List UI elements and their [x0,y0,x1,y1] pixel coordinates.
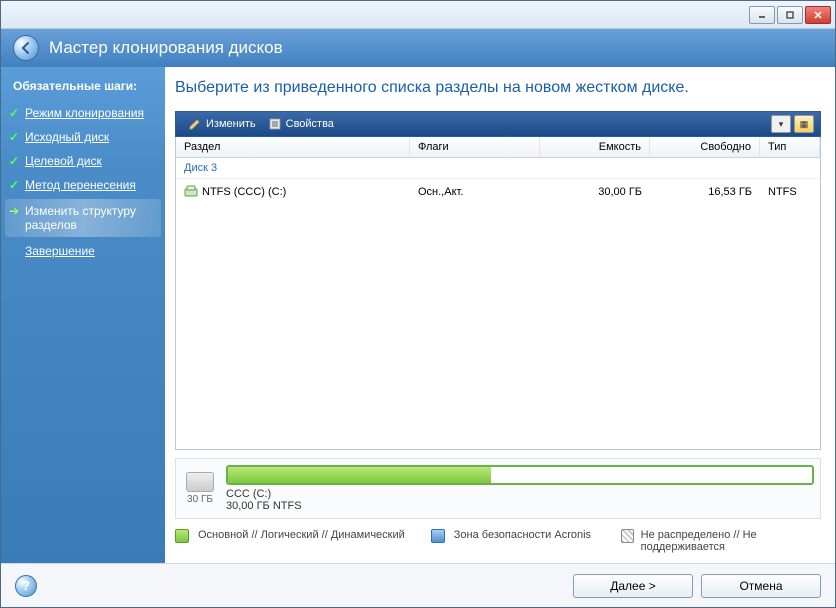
check-icon: ✓ [9,106,21,118]
partition-name: NTFS (CCC) (C:) [202,186,286,198]
minimize-button[interactable] [749,6,775,24]
check-icon: ✓ [9,154,21,166]
sidebar-title: Обязательные шаги: [1,75,165,101]
col-flags[interactable]: Флаги [410,137,540,157]
partition-flags: Осн.,Акт. [410,184,540,200]
sidebar-step-label: Целевой диск [25,154,102,168]
disk-bar-name: CCC (C:) [226,488,271,500]
sidebar-step-label: Исходный диск [25,130,109,144]
legend-swatch-unalloc [621,529,634,543]
check-icon: ✓ [9,130,21,142]
disk-bar-fill [228,467,491,483]
properties-icon [268,117,282,131]
legend-zone: Зона безопасности Acronis [454,529,591,541]
legend-swatch-zone [431,529,445,543]
main-panel: Выберите из приведенного списка разделы … [165,67,835,563]
grid-header: Раздел Флаги Емкость Свободно Тип [176,137,820,158]
partition-row[interactable]: NTFS (CCC) (C:) Осн.,Акт. 30,00 ГБ 16,53… [176,179,820,205]
legend-primary: Основной // Логический // Динамический [198,529,405,541]
disk-size: 30 ГБ [187,494,213,505]
legend-unalloc: Не распределено // Не поддерживается [641,529,821,553]
cancel-button[interactable]: Отмена [701,574,821,598]
help-button[interactable]: ? [15,575,37,597]
partition-type: NTFS [760,184,820,200]
header: Мастер клонирования дисков [1,29,835,67]
col-partition[interactable]: Раздел [176,137,410,157]
sidebar-step-label: Режим клонирования [25,106,144,120]
edit-button[interactable]: Изменить [182,115,262,133]
disk-thumb: 30 ГБ [182,472,218,505]
next-button[interactable]: Далее > [573,574,693,598]
legend: Основной // Логический // Динамический З… [175,529,821,553]
properties-button[interactable]: Свойства [262,115,340,133]
sidebar-step-transfer-method[interactable]: ✓ Метод перенесения [1,173,165,197]
properties-label: Свойства [286,118,334,130]
disk-bar-detail: 30,00 ГБ NTFS [226,500,302,512]
col-capacity[interactable]: Емкость [540,137,650,157]
instruction-text: Выберите из приведенного списка разделы … [175,77,821,103]
blank-icon [9,244,21,256]
sidebar-step-label: Завершение [25,244,95,258]
sidebar-step-target-disk[interactable]: ✓ Целевой диск [1,149,165,173]
disk-usage-panel: 30 ГБ CCC (C:) 30,00 ГБ NTFS [175,458,821,519]
columns-button[interactable]: ▾ [771,115,791,133]
sidebar-step-clone-mode[interactable]: ✓ Режим клонирования [1,101,165,125]
sidebar-step-change-layout[interactable]: ➔ Изменить структуру разделов [5,199,161,237]
close-button[interactable] [805,6,831,24]
partition-free: 16,53 ГБ [650,184,760,200]
wizard-title: Мастер клонирования дисков [49,38,283,58]
partition-grid: Раздел Флаги Емкость Свободно Тип Диск 3… [175,137,821,450]
partition-icon [184,185,198,199]
disk-icon [186,472,214,492]
edit-label: Изменить [206,118,256,130]
arrow-right-icon: ➔ [9,204,21,216]
disk-bar[interactable]: CCC (C:) 30,00 ГБ NTFS [226,465,814,512]
grid-group[interactable]: Диск 3 [176,158,820,179]
pencil-icon [188,117,202,131]
col-free[interactable]: Свободно [650,137,760,157]
partition-capacity: 30,00 ГБ [540,184,650,200]
sidebar: Обязательные шаги: ✓ Режим клонирования … [1,67,165,563]
sidebar-step-source-disk[interactable]: ✓ Исходный диск [1,125,165,149]
view-button[interactable]: ▦ [794,115,814,133]
check-icon: ✓ [9,178,21,190]
legend-swatch-primary [175,529,189,543]
back-button[interactable] [13,35,39,61]
footer: ? Далее > Отмена [1,563,835,607]
titlebar [1,1,835,29]
sidebar-step-finish[interactable]: Завершение [1,239,165,263]
wizard-window: Мастер клонирования дисков Обязательные … [0,0,836,608]
col-type[interactable]: Тип [760,137,820,157]
sidebar-step-label: Метод перенесения [25,178,136,192]
maximize-button[interactable] [777,6,803,24]
sidebar-step-label: Изменить структуру разделов [25,204,136,232]
grid-body: Диск 3 NTFS (CCC) (C:) Осн.,Акт. 30,00 Г… [176,158,820,449]
toolbar: Изменить Свойства ▾ ▦ [175,111,821,137]
